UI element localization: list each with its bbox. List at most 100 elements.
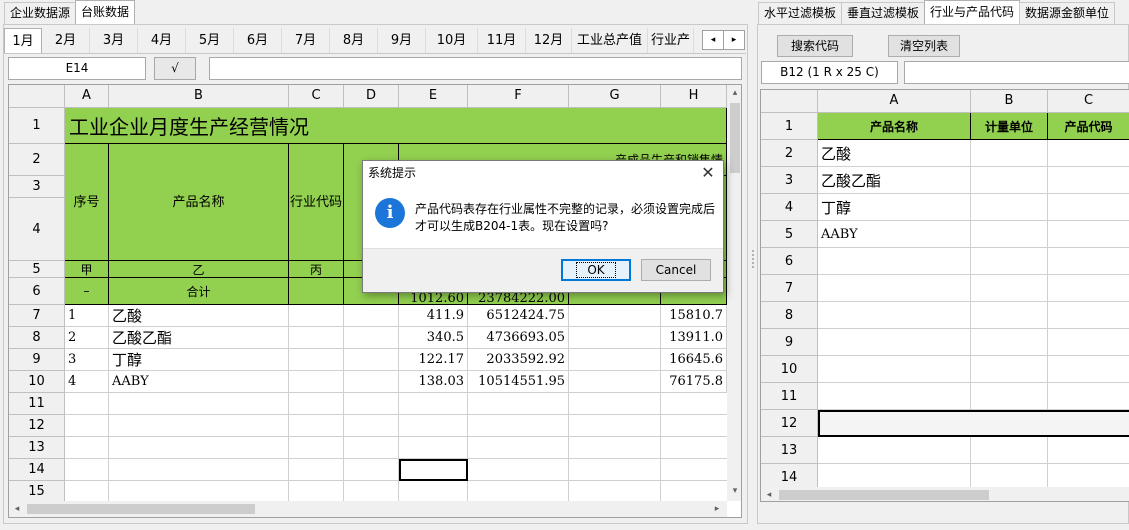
row-header[interactable]: 3 bbox=[9, 176, 65, 198]
header-product-code[interactable]: 产品代码 bbox=[1048, 113, 1129, 140]
tab-industry-product-code[interactable]: 行业与产品代码 bbox=[924, 0, 1021, 24]
column-header-a[interactable]: A bbox=[65, 85, 109, 108]
clear-list-button[interactable]: 清空列表 bbox=[888, 35, 960, 57]
table-cell[interactable] bbox=[289, 371, 344, 393]
empty-rows[interactable] bbox=[65, 393, 727, 503]
table-cell-e[interactable]: 411.9 bbox=[399, 305, 468, 327]
tab-month-8[interactable]: 8月 bbox=[330, 28, 378, 53]
row-header[interactable]: 2 bbox=[9, 144, 65, 176]
table-cell-h[interactable]: 76175.8 bbox=[661, 371, 727, 393]
row-header[interactable]: 5 bbox=[761, 221, 818, 248]
table-cell-h[interactable]: 15810.7 bbox=[661, 305, 727, 327]
header-seq[interactable]: 序号 bbox=[65, 144, 109, 261]
table-cell-seq[interactable]: 1 bbox=[65, 305, 109, 327]
scroll-up-icon[interactable]: ▴ bbox=[727, 85, 741, 101]
product-code-spreadsheet[interactable]: A B C 1 2 3 4 5 6 7 8 9 10 11 12 13 14 1… bbox=[760, 89, 1129, 502]
tab-month-10[interactable]: 10月 bbox=[426, 28, 478, 53]
row-header[interactable]: 14 bbox=[9, 459, 65, 481]
row-header[interactable]: 11 bbox=[761, 383, 818, 410]
selected-row-12[interactable] bbox=[818, 410, 1129, 437]
header-product-name[interactable]: 产品名称 bbox=[818, 113, 971, 140]
row-header[interactable]: 6 bbox=[761, 248, 818, 275]
tab-month-6[interactable]: 6月 bbox=[234, 28, 282, 53]
horizontal-scrollbar[interactable]: ◂ ▸ bbox=[9, 501, 727, 517]
tab-vertical-filter-template[interactable]: 垂直过滤模板 bbox=[841, 2, 926, 24]
row-header[interactable]: 10 bbox=[9, 371, 65, 393]
row-header[interactable]: 1 bbox=[761, 113, 818, 140]
cancel-button[interactable]: Cancel bbox=[641, 259, 711, 281]
row-header[interactable]: 12 bbox=[761, 410, 818, 437]
table-cell[interactable] bbox=[344, 305, 399, 327]
row-header[interactable]: 10 bbox=[761, 356, 818, 383]
tab-horizontal-filter-template[interactable]: 水平过滤模板 bbox=[758, 2, 843, 24]
formula-confirm-button[interactable]: √ bbox=[154, 57, 196, 80]
tab-industry-output[interactable]: 行业产 bbox=[648, 28, 694, 53]
ledger-spreadsheet[interactable]: A B C D E F G H 1 2 3 4 5 6 7 8 9 10 11 … bbox=[8, 84, 742, 518]
row-header[interactable]: 7 bbox=[761, 275, 818, 302]
table-cell-h[interactable]: 13911.0 bbox=[661, 327, 727, 349]
tab-data-source-amount-unit[interactable]: 数据源金额单位 bbox=[1019, 2, 1116, 24]
table-cell[interactable] bbox=[344, 371, 399, 393]
table-cell-f[interactable]: 2033592.92 bbox=[468, 349, 569, 371]
header-product-name[interactable]: 产品名称 bbox=[109, 144, 289, 261]
table-cell[interactable] bbox=[569, 327, 661, 349]
table-cell[interactable] bbox=[289, 349, 344, 371]
tab-month-11[interactable]: 11月 bbox=[478, 28, 526, 53]
column-header-b[interactable]: B bbox=[109, 85, 289, 108]
row-header[interactable]: 5 bbox=[9, 261, 65, 278]
row-header[interactable]: 12 bbox=[9, 415, 65, 437]
right-horizontal-scrollbar[interactable]: ◂ bbox=[761, 487, 1129, 501]
product-name-cell[interactable]: 乙酸 bbox=[818, 140, 971, 167]
row-header[interactable]: 1 bbox=[9, 108, 65, 144]
table-cell-name[interactable]: 丁醇 bbox=[109, 349, 289, 371]
cell-a5[interactable]: 甲 bbox=[65, 261, 109, 278]
vertical-scrollbar[interactable]: ▴ ▾ bbox=[727, 85, 741, 501]
tab-month-5[interactable]: 5月 bbox=[186, 28, 234, 53]
column-header-f[interactable]: F bbox=[468, 85, 569, 108]
header-unit[interactable]: 计量单位 bbox=[971, 113, 1048, 140]
tab-month-1[interactable]: 1月 bbox=[4, 28, 42, 53]
column-header-e[interactable]: E bbox=[399, 85, 468, 108]
tab-scroll-left-button[interactable]: ◂ bbox=[702, 30, 724, 50]
product-name-cell[interactable]: AABY bbox=[818, 221, 971, 248]
cell-b6[interactable]: 合计 bbox=[109, 278, 289, 305]
table-cell-f[interactable]: 4736693.05 bbox=[468, 327, 569, 349]
row-header[interactable]: 8 bbox=[9, 327, 65, 349]
scroll-left-icon[interactable]: ◂ bbox=[9, 501, 25, 517]
scroll-left-icon[interactable]: ◂ bbox=[761, 487, 777, 501]
tab-month-4[interactable]: 4月 bbox=[138, 28, 186, 53]
table-cell-name[interactable]: 乙酸乙酯 bbox=[109, 327, 289, 349]
formula-input[interactable] bbox=[209, 57, 742, 80]
table-cell-e[interactable]: 122.17 bbox=[399, 349, 468, 371]
table-cell-seq[interactable]: 2 bbox=[65, 327, 109, 349]
table-cell-e[interactable]: 340.5 bbox=[399, 327, 468, 349]
table-cell[interactable] bbox=[289, 327, 344, 349]
tab-scroll-right-button[interactable]: ▸ bbox=[723, 30, 745, 50]
table-cell[interactable] bbox=[569, 305, 661, 327]
row-header[interactable]: 6 bbox=[9, 278, 65, 305]
close-icon[interactable]: ✕ bbox=[697, 163, 719, 183]
table-cell-name[interactable]: 乙酸 bbox=[109, 305, 289, 327]
table-cell[interactable] bbox=[569, 371, 661, 393]
row-header[interactable]: 2 bbox=[761, 140, 818, 167]
tab-ledger-data[interactable]: 台账数据 bbox=[75, 0, 136, 24]
search-code-button[interactable]: 搜索代码 bbox=[777, 35, 853, 57]
tab-month-2[interactable]: 2月 bbox=[42, 28, 90, 53]
row-header[interactable]: 13 bbox=[761, 437, 818, 464]
column-header-d[interactable]: D bbox=[344, 85, 399, 108]
table-cell-f[interactable]: 6512424.75 bbox=[468, 305, 569, 327]
row-header[interactable]: 3 bbox=[761, 167, 818, 194]
table-cell-f[interactable]: 10514551.95 bbox=[468, 371, 569, 393]
row-header[interactable]: 9 bbox=[9, 349, 65, 371]
row-header[interactable]: 15 bbox=[9, 481, 65, 503]
scrollbar-thumb[interactable] bbox=[779, 490, 989, 500]
tab-month-9[interactable]: 9月 bbox=[378, 28, 426, 53]
table-cell-name[interactable]: AABY bbox=[109, 371, 289, 393]
column-header-g[interactable]: G bbox=[569, 85, 661, 108]
cell-reference-box[interactable]: E14 bbox=[8, 57, 146, 80]
cell-b5[interactable]: 乙 bbox=[109, 261, 289, 278]
tab-month-12[interactable]: 12月 bbox=[526, 28, 572, 53]
row-header[interactable]: 8 bbox=[761, 302, 818, 329]
scrollbar-thumb[interactable] bbox=[27, 504, 255, 514]
column-header-a[interactable]: A bbox=[818, 90, 971, 113]
